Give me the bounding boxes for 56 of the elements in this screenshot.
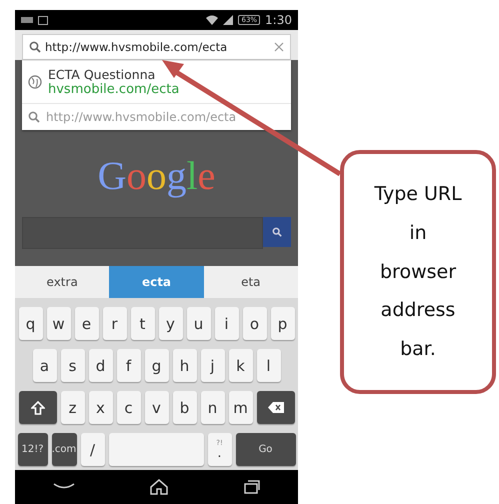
shift-icon xyxy=(30,400,44,414)
word-suggestion[interactable]: extra xyxy=(15,266,110,298)
search-button[interactable] xyxy=(263,217,291,247)
address-text: http://www.hvsmobile.com/ecta xyxy=(45,40,228,54)
address-field[interactable]: http://www.hvsmobile.com/ecta xyxy=(22,34,291,60)
key[interactable]: p xyxy=(270,307,294,340)
close-icon xyxy=(274,42,284,52)
suggestion-url: hvsmobile.com/ecta xyxy=(48,82,180,97)
key[interactable]: y xyxy=(158,307,182,340)
key[interactable]: a xyxy=(32,349,56,382)
backspace-key[interactable] xyxy=(256,391,294,424)
key[interactable]: r xyxy=(102,307,126,340)
key[interactable]: h xyxy=(172,349,196,382)
backspace-icon xyxy=(268,402,284,413)
key[interactable]: t xyxy=(130,307,154,340)
key[interactable]: m xyxy=(228,391,252,424)
key[interactable]: g xyxy=(144,349,168,382)
domain-key[interactable]: .com xyxy=(52,433,76,466)
home-icon xyxy=(150,479,168,495)
recent-apps-icon xyxy=(244,480,260,494)
key[interactable]: d xyxy=(88,349,112,382)
key[interactable]: b xyxy=(172,391,196,424)
key[interactable]: j xyxy=(200,349,224,382)
search-icon xyxy=(28,111,40,123)
key[interactable]: n xyxy=(200,391,224,424)
key[interactable]: w xyxy=(46,307,70,340)
back-icon xyxy=(52,483,75,491)
logo: Google xyxy=(98,152,216,199)
search-field[interactable] xyxy=(22,217,263,249)
shift-key[interactable] xyxy=(18,391,56,424)
globe-icon xyxy=(28,75,42,89)
key[interactable]: e xyxy=(74,307,98,340)
callout-text: Type URL in browser address bar. xyxy=(374,182,462,362)
key[interactable]: l xyxy=(256,349,280,382)
suggestion-title: ECTA Questionna xyxy=(48,67,156,82)
key[interactable]: z xyxy=(60,391,84,424)
key[interactable]: f xyxy=(116,349,140,382)
key[interactable]: / xyxy=(80,433,104,466)
key[interactable]: k xyxy=(228,349,252,382)
go-key[interactable]: Go xyxy=(236,433,296,466)
key[interactable]: s xyxy=(60,349,84,382)
signal-icon xyxy=(223,15,234,25)
key[interactable]: x xyxy=(88,391,112,424)
symbols-key[interactable]: 12!? xyxy=(18,433,48,466)
clock: 1:30 xyxy=(265,13,292,27)
key[interactable]: v xyxy=(144,391,168,424)
suggestion-text: http://www.hvsmobile.com/ecta xyxy=(46,110,236,124)
word-suggestion[interactable]: eta xyxy=(204,266,298,298)
wifi-icon xyxy=(206,15,218,25)
key[interactable]: o xyxy=(242,307,266,340)
key[interactable]: u xyxy=(186,307,210,340)
key[interactable]: c xyxy=(116,391,140,424)
key[interactable]: q xyxy=(18,307,42,340)
search-icon xyxy=(272,227,282,237)
key[interactable]: i xyxy=(214,307,238,340)
search-icon xyxy=(29,41,41,53)
